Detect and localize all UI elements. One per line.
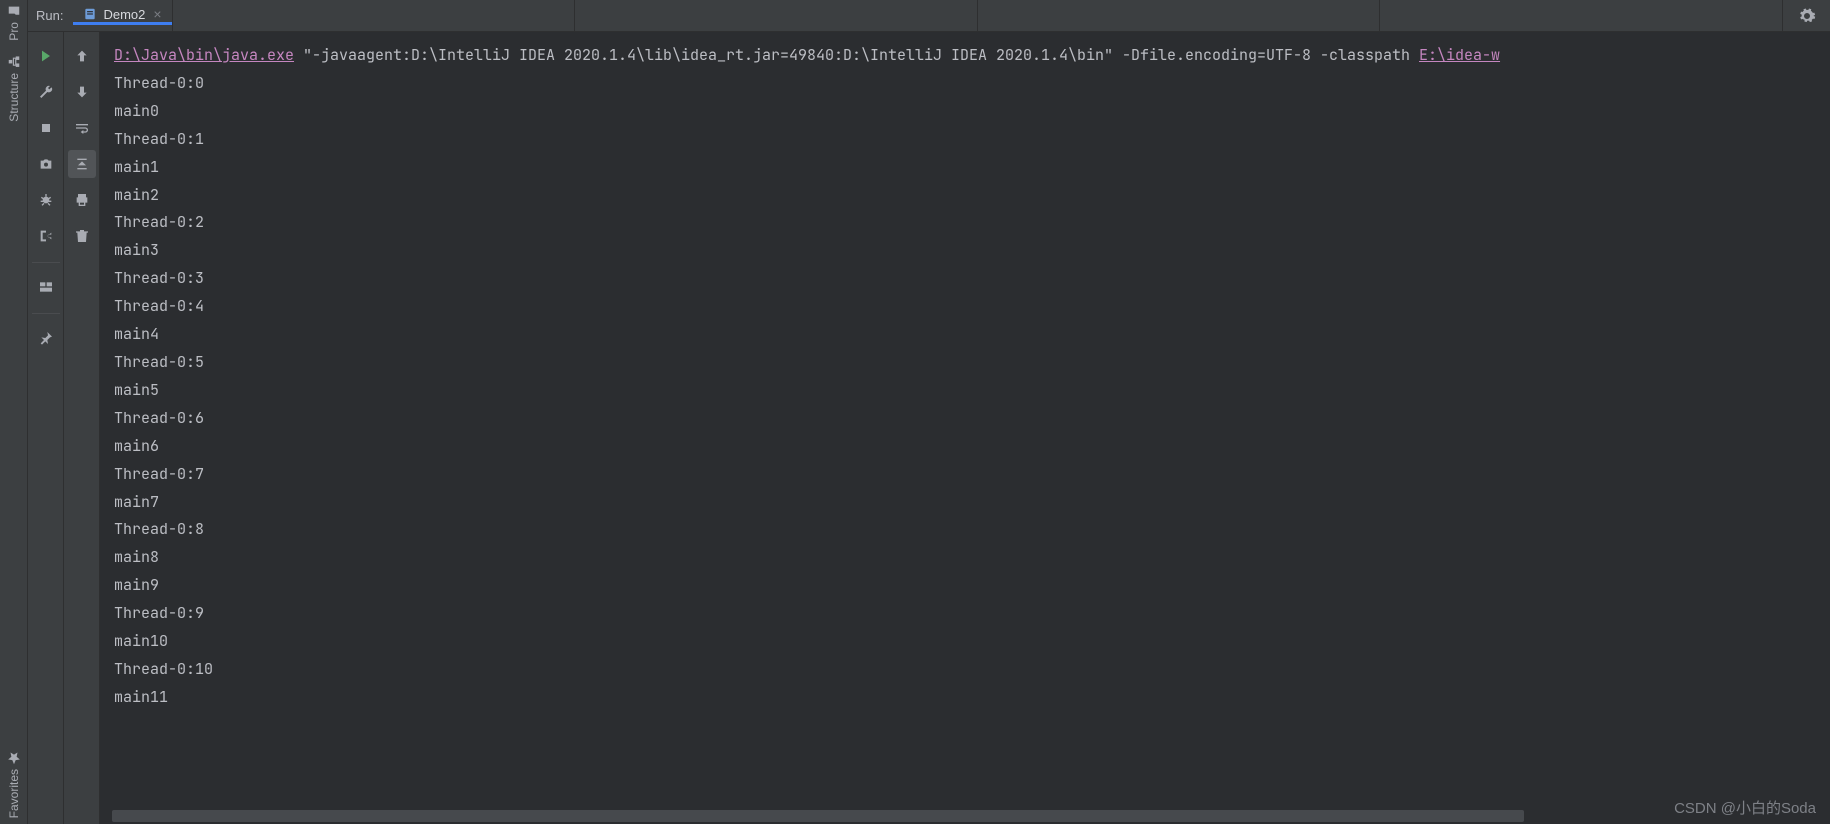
classpath-link[interactable]: E:\idea-w — [1419, 45, 1500, 65]
pin-icon — [38, 330, 54, 346]
stop-icon — [38, 120, 54, 136]
console-line: Thread-0:3 — [114, 265, 1816, 293]
console-line: main5 — [114, 377, 1816, 405]
play-icon — [38, 48, 54, 64]
wrench-button[interactable] — [32, 78, 60, 106]
structure-icon — [7, 55, 21, 69]
console-command-line: D:\Java\bin\java.exe "-javaagent:D:\Inte… — [114, 42, 1816, 70]
console-line: Thread-0:6 — [114, 405, 1816, 433]
console-line: main0 — [114, 98, 1816, 126]
horizontal-scrollbar[interactable] — [112, 810, 1524, 822]
console-line: main10 — [114, 628, 1816, 656]
layout-button[interactable] — [32, 273, 60, 301]
camera-icon — [38, 156, 54, 172]
pin-button[interactable] — [32, 324, 60, 352]
wrench-icon — [38, 84, 54, 100]
layout-icon — [38, 279, 54, 295]
wrap-icon — [74, 120, 90, 136]
trash-button[interactable] — [68, 222, 96, 250]
console-line: main6 — [114, 433, 1816, 461]
header-segments — [172, 0, 1782, 31]
console-line: Thread-0:8 — [114, 516, 1816, 544]
scroll-end-icon — [74, 156, 90, 172]
gear-icon[interactable] — [1798, 7, 1816, 25]
arrow-up-icon — [74, 48, 90, 64]
console-line: Thread-0:2 — [114, 209, 1816, 237]
console-line: main7 — [114, 489, 1816, 517]
print-button[interactable] — [68, 186, 96, 214]
exit-button[interactable] — [32, 222, 60, 250]
console-line: main4 — [114, 321, 1816, 349]
run-toolbar-primary — [28, 32, 64, 824]
tool-window-structure[interactable]: Structure — [7, 55, 21, 122]
console-line: main9 — [114, 572, 1816, 600]
console-line: main2 — [114, 182, 1816, 210]
console-output[interactable]: D:\Java\bin\java.exe "-javaagent:D:\Inte… — [100, 32, 1830, 824]
snapshot-button[interactable] — [32, 150, 60, 178]
tool-window-strip: Pro Structure Favorites — [0, 0, 28, 824]
run-label: Run: — [28, 8, 73, 23]
java-exe-link[interactable]: D:\Java\bin\java.exe — [114, 45, 294, 65]
header-seg — [1379, 0, 1782, 31]
tool-window-project[interactable]: Pro — [7, 4, 21, 41]
console-line: main3 — [114, 237, 1816, 265]
print-icon — [74, 192, 90, 208]
structure-label: Structure — [7, 73, 21, 122]
exit-icon — [38, 228, 54, 244]
console-line: Thread-0:1 — [114, 126, 1816, 154]
scroll-end-button[interactable] — [68, 150, 96, 178]
console-line: Thread-0:4 — [114, 293, 1816, 321]
console-line: Thread-0:7 — [114, 461, 1816, 489]
console-line: Thread-0:5 — [114, 349, 1816, 377]
console-line: Thread-0:0 — [114, 70, 1816, 98]
header-seg — [172, 0, 575, 31]
header-seg — [574, 0, 977, 31]
project-label: Pro — [7, 22, 21, 41]
console-line: main11 — [114, 684, 1816, 712]
console-line: main1 — [114, 154, 1816, 182]
close-icon[interactable]: × — [153, 7, 161, 21]
run-toolbar-secondary — [64, 32, 100, 824]
toolbar-separator — [32, 313, 60, 314]
header-seg — [977, 0, 1380, 31]
arrow-down-icon — [74, 84, 90, 100]
up-button[interactable] — [68, 42, 96, 70]
toolbar-separator — [32, 262, 60, 263]
star-icon — [7, 751, 21, 765]
folder-icon — [7, 4, 21, 18]
run-header: Run: Demo2 × — [28, 0, 1830, 32]
run-tab-demo2[interactable]: Demo2 × — [73, 7, 171, 25]
debug-bug-button[interactable] — [32, 186, 60, 214]
favorites-label: Favorites — [7, 769, 21, 818]
down-button[interactable] — [68, 78, 96, 106]
soft-wrap-button[interactable] — [68, 114, 96, 142]
console-line: Thread-0:9 — [114, 600, 1816, 628]
tool-window-favorites[interactable]: Favorites — [7, 751, 21, 818]
trash-icon — [74, 228, 90, 244]
run-tab-label: Demo2 — [103, 7, 145, 22]
console-line: main8 — [114, 544, 1816, 572]
cmd-text: "-javaagent:D:\IntelliJ IDEA 2020.1.4\li… — [294, 45, 1419, 65]
stop-button[interactable] — [32, 114, 60, 142]
console-line: Thread-0:10 — [114, 656, 1816, 684]
bug-icon — [38, 192, 54, 208]
class-file-icon — [83, 7, 97, 21]
rerun-button[interactable] — [32, 42, 60, 70]
